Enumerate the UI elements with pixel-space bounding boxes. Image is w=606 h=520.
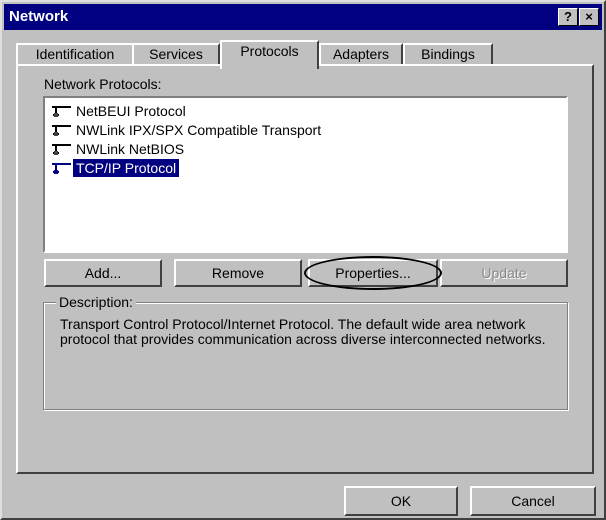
protocol-item-netbeui[interactable]: NetBEUI Protocol [49,102,189,121]
properties-button[interactable]: Properties... [308,259,438,287]
network-dialog: Network ? × Identification Services Adap… [0,0,606,520]
title-bar[interactable]: Network ? × [4,4,602,30]
network-protocol-icon [49,142,73,156]
cancel-button[interactable]: Cancel [470,486,596,516]
tab-identification[interactable]: Identification [16,43,134,66]
network-protocols-label: Network Protocols: [44,76,162,92]
network-protocol-icon [49,104,73,118]
update-button: Update [440,259,568,287]
protocol-item-tcpip[interactable]: TCP/IP Protocol [49,159,180,178]
help-button[interactable]: ? [558,8,578,26]
protocol-item-nwlink-netbios[interactable]: NWLink NetBIOS [49,140,187,159]
window-title: Network [9,8,69,25]
description-text: Transport Control Protocol/Internet Prot… [60,316,546,347]
protocol-label: NetBEUI Protocol [76,103,186,120]
protocols-panel: Network Protocols: NetBEUI Protocol NWLi… [16,64,594,474]
tab-services[interactable]: Services [132,43,220,66]
protocol-label: TCP/IP Protocol [73,159,180,178]
network-protocol-icon [49,123,73,137]
tab-adapters[interactable]: Adapters [319,43,403,66]
remove-button[interactable]: Remove [174,259,302,287]
description-group: Description: Transport Control Protocol/… [43,294,568,410]
tab-protocols[interactable]: Protocols [220,40,319,69]
protocol-label: NWLink IPX/SPX Compatible Transport [76,122,322,139]
add-button[interactable]: Add... [44,259,162,287]
ok-button[interactable]: OK [344,486,458,516]
protocol-label: NWLink NetBIOS [76,141,185,158]
close-button[interactable]: × [579,8,599,26]
protocols-listbox[interactable]: NetBEUI Protocol NWLink IPX/SPX Compatib… [43,96,568,253]
tab-bindings[interactable]: Bindings [403,43,493,66]
protocol-item-nwlink-ipx[interactable]: NWLink IPX/SPX Compatible Transport [49,121,324,140]
network-protocol-icon [49,161,73,175]
description-label: Description: [56,294,136,310]
